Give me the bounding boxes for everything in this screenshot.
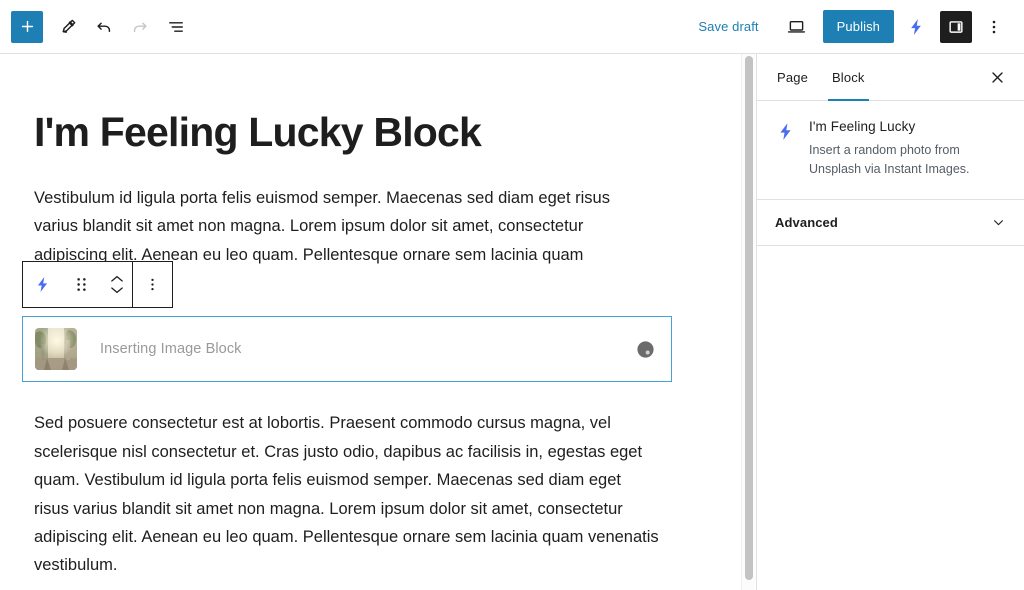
advanced-panel-label: Advanced xyxy=(775,215,838,230)
vertical-ellipsis-icon xyxy=(992,20,996,33)
more-options-button[interactable] xyxy=(976,9,1012,45)
chevron-down-icon xyxy=(994,220,1003,226)
block-mover xyxy=(101,262,132,307)
header-left-tools xyxy=(11,9,194,45)
save-draft-button[interactable]: Save draft xyxy=(688,13,768,40)
lightning-bolt-icon xyxy=(911,18,921,35)
block-toolbar xyxy=(22,261,173,308)
tab-page[interactable]: Page xyxy=(765,54,820,100)
header-right-actions: Save draft Publish xyxy=(688,9,1012,45)
loading-spinner-icon xyxy=(636,340,655,359)
publish-button[interactable]: Publish xyxy=(822,10,894,43)
block-card-icon-wrap xyxy=(775,119,796,178)
spinner-graphic xyxy=(637,340,654,358)
block-card-text: I'm Feeling Lucky Insert a random photo … xyxy=(809,119,989,178)
plus-icon xyxy=(21,20,33,33)
sidebar-tabs: Page Block xyxy=(757,54,1024,101)
canvas-scrollbar-thumb[interactable] xyxy=(745,56,753,580)
redo-button[interactable] xyxy=(122,9,158,45)
inserting-status-label: Inserting Image Block xyxy=(100,341,242,357)
add-block-button[interactable] xyxy=(11,10,43,43)
six-dot-drag-icon xyxy=(77,278,86,291)
list-view-button[interactable] xyxy=(158,9,194,45)
tab-block[interactable]: Block xyxy=(820,54,877,101)
instant-images-button[interactable] xyxy=(898,9,934,45)
pencil-edit-icon xyxy=(62,19,75,33)
chevron-down-icon xyxy=(110,287,123,294)
editor-header: Save draft Publish xyxy=(0,0,1024,54)
move-down-button[interactable] xyxy=(109,285,125,295)
settings-sidebar-toggle[interactable] xyxy=(940,10,972,43)
selected-image-block[interactable]: Inserting Image Block xyxy=(22,316,672,382)
laptop-preview-icon xyxy=(788,20,806,33)
vertical-ellipsis-icon xyxy=(151,278,154,291)
close-x-icon xyxy=(991,71,1003,83)
drag-handle[interactable] xyxy=(62,262,101,307)
block-card-description: Insert a random photo from Unsplash via … xyxy=(809,143,970,176)
block-options-button[interactable] xyxy=(133,262,172,307)
page-title[interactable]: I'm Feeling Lucky Block xyxy=(34,109,700,156)
thumbnail-image xyxy=(35,328,77,370)
paragraph-block-2[interactable]: Sed posuere consectetur est at lobortis.… xyxy=(34,409,659,579)
block-info-card: I'm Feeling Lucky Insert a random photo … xyxy=(757,101,1024,200)
advanced-panel-toggle[interactable]: Advanced xyxy=(757,200,1024,246)
tools-edit-button[interactable] xyxy=(50,9,86,45)
preview-button[interactable] xyxy=(779,9,815,45)
block-type-button[interactable] xyxy=(23,262,62,307)
editor-canvas: I'm Feeling Lucky Block Vestibulum id li… xyxy=(0,54,753,590)
lightning-bolt-icon xyxy=(780,123,791,140)
street-photo-thumbnail xyxy=(35,328,77,370)
lightning-bolt-icon xyxy=(37,276,48,293)
undo-button[interactable] xyxy=(86,9,122,45)
settings-sidebar: Page Block I'm Feeling Lucky Insert a ra… xyxy=(756,54,1024,590)
canvas-scrollbar-track[interactable] xyxy=(741,54,755,590)
undo-arrow-icon xyxy=(97,22,111,32)
redo-arrow-icon xyxy=(133,22,147,32)
chevron-up-icon xyxy=(110,275,123,282)
move-up-button[interactable] xyxy=(109,274,125,284)
close-sidebar-button[interactable] xyxy=(980,60,1014,94)
block-card-title: I'm Feeling Lucky xyxy=(809,119,916,134)
settings-panel-icon xyxy=(949,20,963,33)
document-outline-icon xyxy=(169,21,183,32)
block-editor-app: Save draft Publish I'm Feeling Lucky Blo… xyxy=(0,0,1024,590)
